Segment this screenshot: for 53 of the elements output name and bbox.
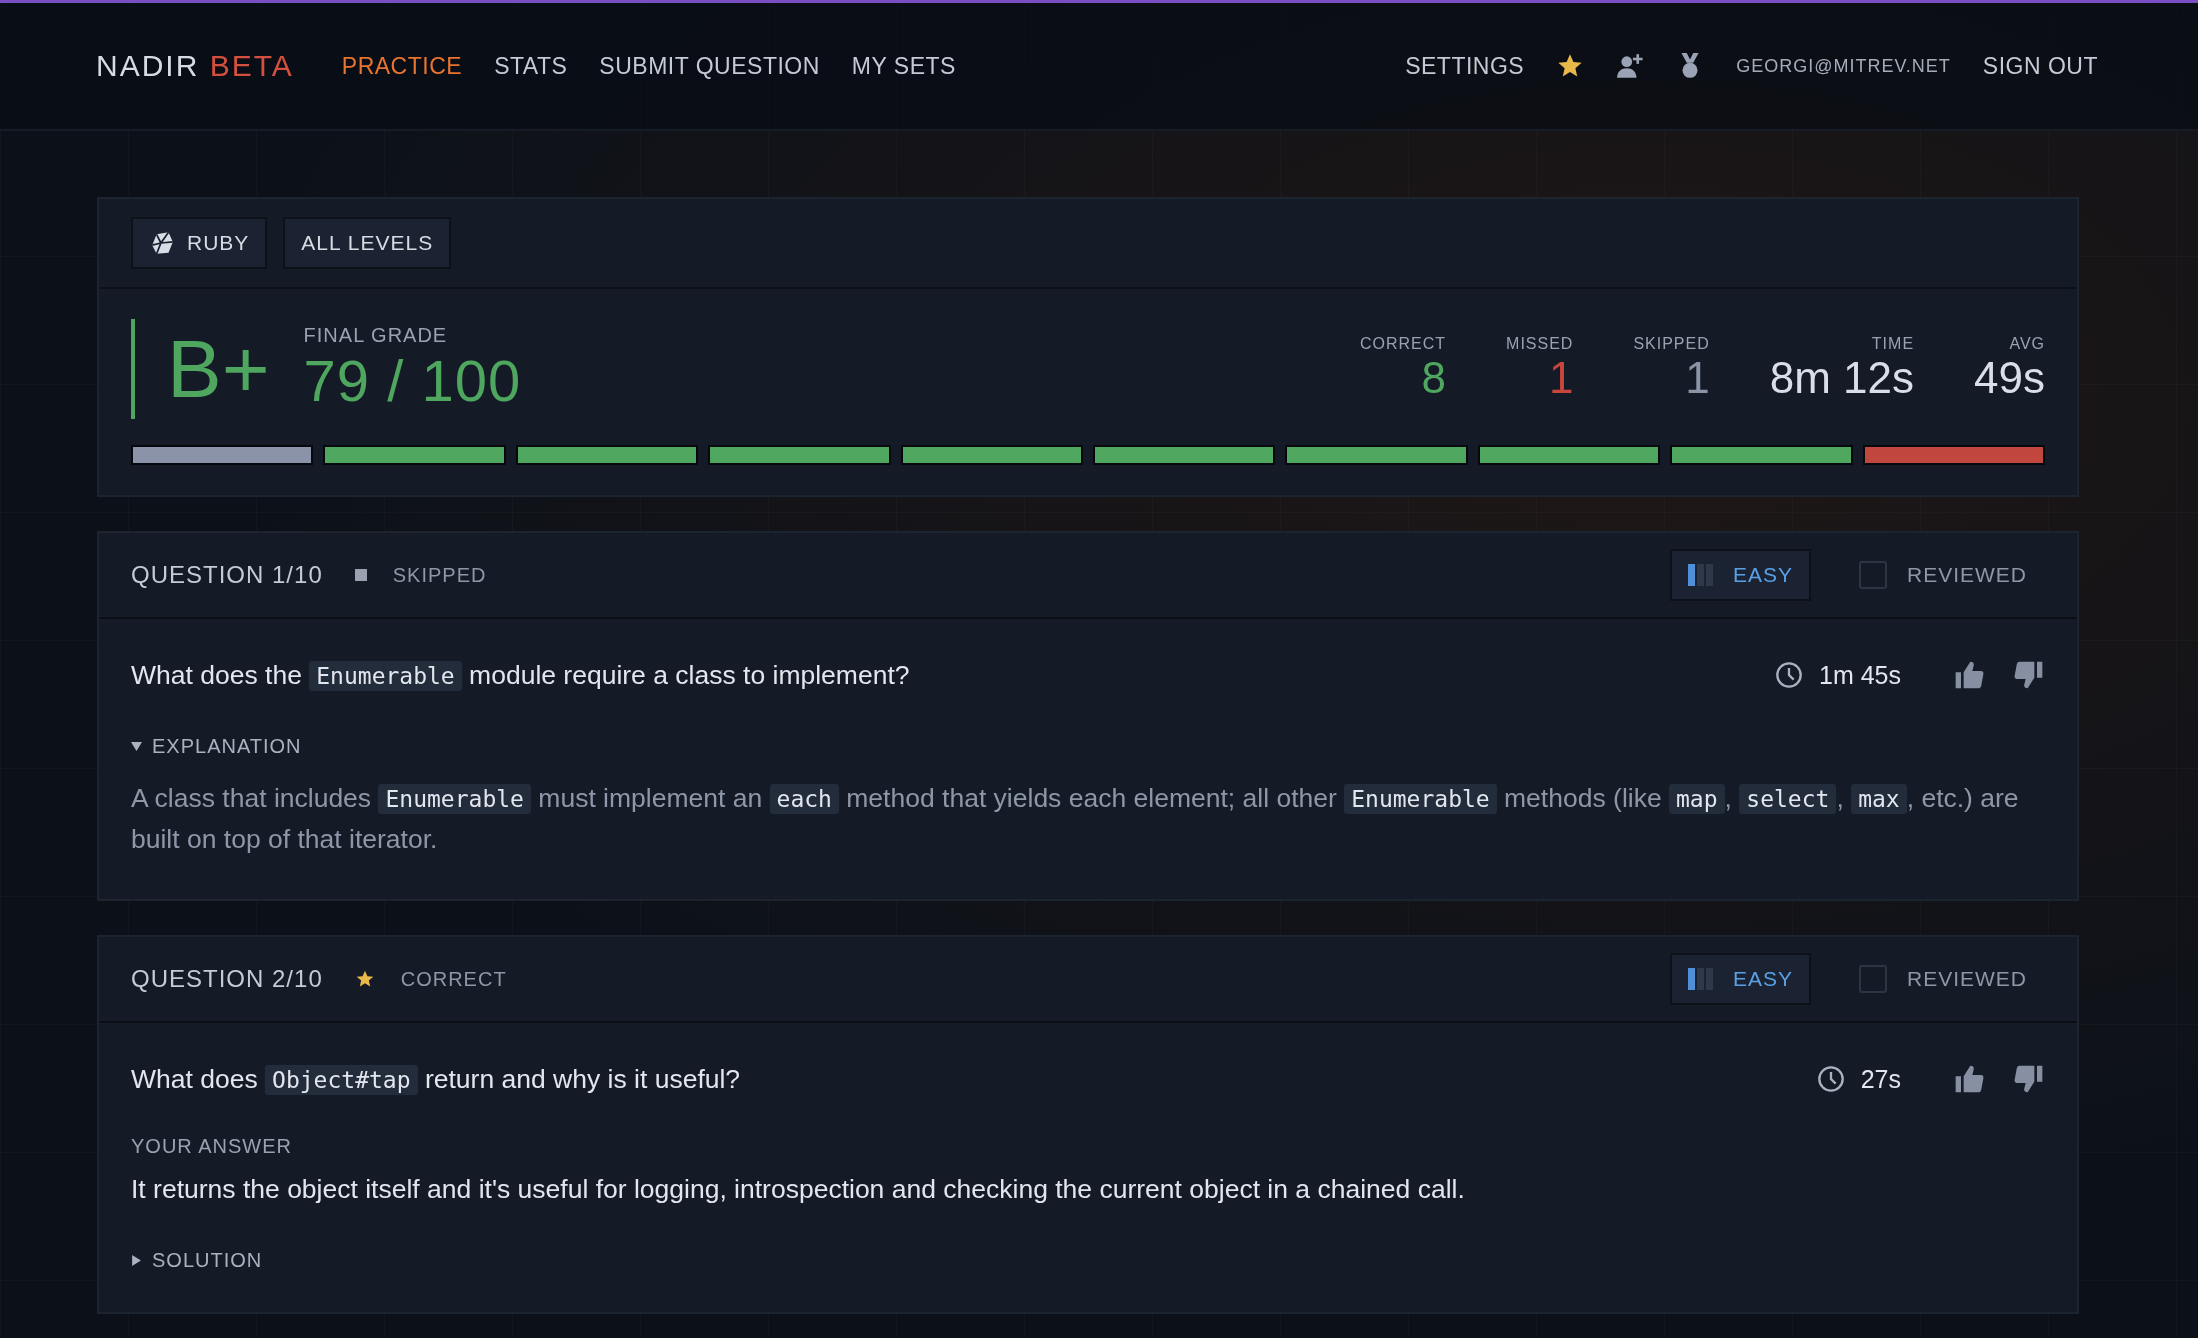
reviewed-label: REVIEWED: [1907, 563, 2027, 587]
triangle-icon: [131, 741, 142, 752]
score-value: 79 / 100: [303, 347, 522, 414]
disclosure-toggle[interactable]: SOLUTION: [131, 1249, 263, 1272]
question-status: CORRECT: [400, 967, 507, 991]
stat-label: TIME: [1871, 335, 1915, 353]
nav-link[interactable]: MY SETS: [851, 52, 956, 80]
question-text: What does the Enumerable module require a class to implement?: [131, 659, 911, 691]
question-status: SKIPPED: [392, 563, 487, 587]
triangle-icon: [131, 1255, 142, 1266]
nav-link[interactable]: STATS: [494, 52, 568, 80]
thumbs-down-icon[interactable]: [2013, 1063, 2045, 1095]
stat-label: CORRECT: [1359, 335, 1447, 353]
difficulty-button[interactable]: EASY: [1669, 953, 1811, 1005]
nav-link[interactable]: SUBMIT QUESTION: [599, 52, 820, 80]
explanation-text: A class that includes Enumerable must implement an each method that yields each element; all other Enumerable methods (like map , select , max , etc.) are built on top of that iterator.: [131, 782, 2020, 856]
stat-value: 1: [1685, 353, 1710, 403]
gem-icon: [149, 230, 175, 256]
answer-label: YOUR ANSWER: [131, 1135, 294, 1158]
stat-value: 8m 12s: [1769, 353, 1915, 403]
clock-icon: [1775, 661, 1803, 689]
disclosure-toggle[interactable]: EXPLANATION: [131, 735, 302, 758]
logo-text[interactable]: NADIR BETA: [96, 49, 294, 83]
reviewed-checkbox[interactable]: [1859, 561, 1887, 589]
grade-letter: B+: [167, 322, 270, 416]
difficulty-button[interactable]: EASY: [1669, 549, 1811, 601]
question-title: QUESTION 2/10: [131, 965, 323, 993]
thumbs-up-icon[interactable]: [1953, 659, 1985, 691]
thumbs-down-icon[interactable]: [2013, 659, 2045, 691]
question-text: What does Object#tap return and why is it useful?: [131, 1063, 742, 1095]
settings-link[interactable]: SETTINGS: [1405, 52, 1525, 80]
nav-link[interactable]: PRACTICE: [341, 52, 463, 80]
question-title: QUESTION 1/10: [131, 561, 323, 589]
grade-label: FINAL GRADE: [303, 324, 449, 347]
stat-value: 8: [1421, 353, 1447, 403]
time-spent: 1m 45s: [1819, 660, 1901, 690]
skipped-icon: [354, 569, 367, 581]
filter-button[interactable]: RUBY: [131, 217, 268, 269]
thumbs-up-icon[interactable]: [1953, 1063, 1985, 1095]
sign-out-link[interactable]: SIGN OUT: [1982, 52, 2098, 80]
stat-label: MISSED: [1506, 335, 1574, 353]
stat-value: 49s: [1974, 353, 2045, 403]
time-spent: 27s: [1860, 1064, 1901, 1094]
user-email[interactable]: GEORGI@MITREV.NET: [1736, 55, 1951, 77]
stat-label: SKIPPED: [1633, 335, 1710, 353]
reviewed-checkbox[interactable]: [1859, 965, 1887, 993]
reviewed-label: REVIEWED: [1907, 967, 2027, 991]
answer-text: It returns the object itself and it's useful for logging, introspection and checking the current object in a chained call.: [131, 1174, 1466, 1205]
add-user-icon[interactable]: [1616, 52, 1645, 80]
clock-icon: [1816, 1065, 1845, 1093]
stat-label: AVG: [2009, 335, 2045, 353]
filter-button[interactable]: ALL LEVELS: [283, 217, 452, 269]
stat-value: 1: [1548, 353, 1574, 403]
